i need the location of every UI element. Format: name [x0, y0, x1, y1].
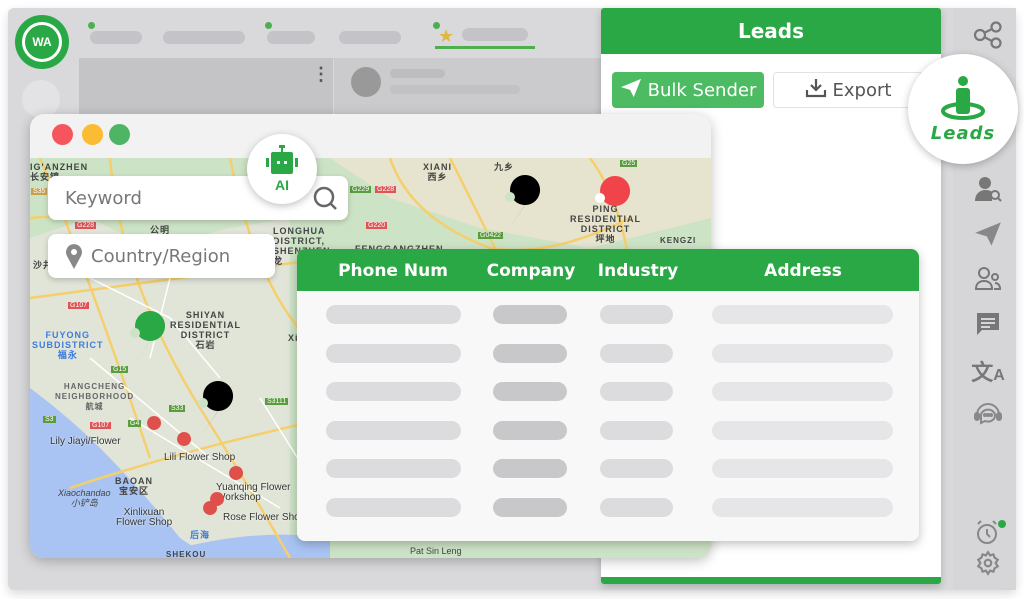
- column-header-address[interactable]: Address: [764, 261, 842, 281]
- skeleton-cell: [712, 459, 893, 478]
- column-header-company[interactable]: Company: [487, 261, 576, 281]
- skeleton-cell: [493, 459, 567, 478]
- profile-icon[interactable]: [22, 80, 60, 118]
- leads-table: Phone Num Company Industry Address: [297, 249, 919, 541]
- lead-person-icon: [941, 75, 985, 120]
- panel-footer-bar: [601, 577, 941, 584]
- country-placeholder: Country/Region: [91, 245, 231, 267]
- robot-icon: [266, 145, 298, 174]
- table-row[interactable]: [297, 382, 919, 408]
- skeleton-cell: [326, 459, 461, 478]
- location-pin-black: [505, 175, 541, 227]
- export-button[interactable]: Export: [773, 72, 923, 108]
- skeleton-cell: [712, 343, 893, 363]
- skeleton-cell: [326, 305, 461, 324]
- contact-search-icon[interactable]: [968, 174, 1008, 204]
- minimize-window-button[interactable]: [82, 124, 103, 145]
- active-tab-indicator: [435, 46, 535, 49]
- skeleton-cell: [326, 497, 461, 517]
- bulk-sender-button[interactable]: Bulk Sender: [612, 72, 764, 108]
- skeleton-cell: [493, 382, 567, 401]
- location-pin-red: [595, 176, 631, 228]
- skeleton-cell: [712, 305, 893, 324]
- send-icon[interactable]: [968, 219, 1008, 249]
- table-row[interactable]: [297, 497, 919, 524]
- leads-badge[interactable]: Leads: [908, 54, 1018, 164]
- tab-active[interactable]: [462, 28, 528, 41]
- skeleton-cell: [326, 420, 461, 440]
- country-region-input[interactable]: Country/Region: [48, 234, 275, 278]
- tab[interactable]: [90, 31, 142, 44]
- chat-icon[interactable]: [968, 309, 1008, 339]
- avatar-icon: [351, 67, 381, 97]
- settings-icon[interactable]: [968, 548, 1008, 578]
- column-header-phone[interactable]: Phone Num: [338, 261, 448, 281]
- table-header: Phone Num Company Industry Address: [297, 249, 919, 291]
- table-row[interactable]: [297, 459, 919, 485]
- search-icon[interactable]: [312, 185, 340, 218]
- skeleton-cell: [600, 305, 673, 324]
- shop-pin: [203, 501, 218, 525]
- contact-name-skeleton: [390, 69, 445, 78]
- skeleton-cell: [600, 382, 673, 401]
- location-pin-black: [198, 381, 234, 433]
- skeleton-cell: [493, 497, 567, 517]
- bulk-sender-label: Bulk Sender: [647, 79, 757, 101]
- skeleton-cell: [493, 343, 567, 363]
- maximize-window-button[interactable]: [109, 124, 130, 145]
- share-icon[interactable]: [968, 20, 1008, 50]
- shop-pin: [147, 416, 162, 440]
- skeleton-cell: [493, 305, 567, 324]
- skeleton-cell: [712, 497, 893, 517]
- skeleton-cell: [326, 382, 461, 401]
- support-icon[interactable]: [968, 398, 1008, 428]
- skeleton-cell: [326, 343, 461, 363]
- app-logo[interactable]: WA: [15, 15, 69, 69]
- skeleton-cell: [600, 420, 673, 440]
- chat-list-header: [79, 58, 333, 114]
- star-icon: ★: [438, 26, 455, 46]
- tab[interactable]: [163, 31, 245, 44]
- column-header-industry[interactable]: Industry: [598, 261, 678, 281]
- leads-badge-label: Leads: [930, 122, 996, 144]
- table-row[interactable]: [297, 305, 919, 331]
- keyword-placeholder: Keyword: [65, 187, 142, 209]
- skeleton-cell: [600, 459, 673, 478]
- location-icon: [66, 244, 82, 269]
- contact-status-skeleton: [390, 85, 520, 94]
- skeleton-cell: [600, 497, 673, 517]
- notification-dot: [998, 520, 1006, 528]
- download-icon: [805, 78, 827, 103]
- skeleton-cell: [712, 382, 893, 401]
- location-pin-green: [130, 311, 166, 363]
- ai-button[interactable]: AI: [247, 134, 317, 204]
- translate-icon[interactable]: 文A: [968, 356, 1008, 386]
- logo-text: WA: [22, 22, 62, 62]
- more-menu-icon[interactable]: ⋮: [312, 65, 330, 83]
- tab-status-dot: [88, 22, 95, 29]
- leads-panel-title: Leads: [601, 8, 941, 54]
- tab[interactable]: [339, 31, 401, 44]
- table-row[interactable]: [297, 343, 919, 370]
- skeleton-cell: [493, 420, 567, 440]
- tab-status-dot: [265, 22, 272, 29]
- tab[interactable]: [267, 31, 315, 44]
- ai-label: AI: [275, 177, 289, 193]
- skeleton-cell: [712, 420, 893, 440]
- export-label: Export: [832, 79, 892, 101]
- table-row[interactable]: [297, 420, 919, 447]
- skeleton-cell: [600, 343, 673, 363]
- shop-pin: [177, 432, 192, 456]
- send-icon: [620, 78, 642, 103]
- shop-pin: [229, 466, 244, 490]
- contacts-icon[interactable]: [968, 264, 1008, 294]
- close-window-button[interactable]: [52, 124, 73, 145]
